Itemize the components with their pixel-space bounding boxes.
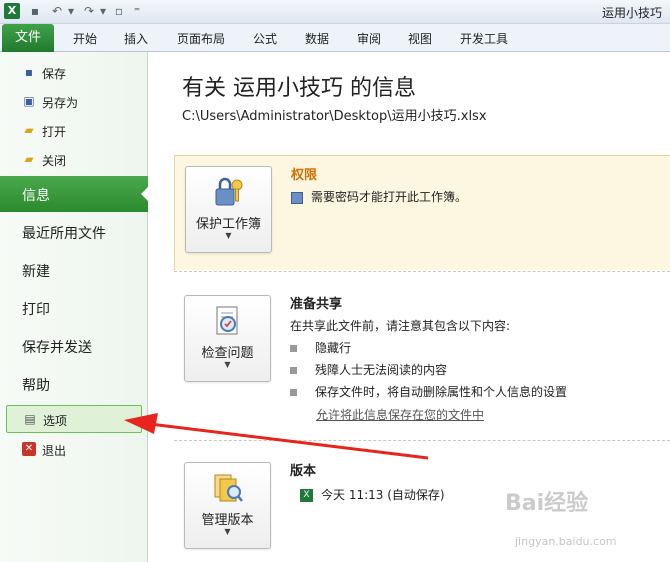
close-folder-icon: ▰ [24, 152, 34, 166]
tab-data[interactable]: 数据 [305, 30, 329, 47]
list-item: 隐藏行 [290, 339, 351, 356]
check-issues-label: 检查问题 [201, 346, 254, 361]
chevron-down-icon: ▼ [224, 360, 231, 369]
nav-new[interactable]: 新建 [0, 252, 148, 288]
permissions-text-row: 需要密码才能打开此工作簿。 [291, 188, 467, 205]
undo-dropdown-icon[interactable]: ▾ [64, 4, 78, 18]
nav-info-label: 信息 [22, 188, 50, 204]
nav-close-label: 关闭 [42, 154, 67, 168]
save-icon[interactable]: ▪ [28, 4, 42, 18]
manage-versions-button[interactable]: 管理版本 ▼ [184, 462, 271, 549]
file-path: C:\Users\Administrator\Desktop\运用小技巧.xls… [182, 109, 487, 124]
open-folder-icon: ▰ [24, 123, 34, 137]
tab-review[interactable]: 审阅 [357, 30, 381, 47]
bullet-icon [290, 367, 297, 374]
nav-close[interactable]: ▰ 关闭 [0, 145, 148, 173]
chevron-down-icon: ▼ [225, 231, 232, 240]
bullet-icon [290, 345, 297, 352]
tab-view[interactable]: 视图 [408, 30, 432, 47]
list-item: 残障人士无法阅读的内容 [290, 361, 447, 378]
nav-print-label: 打印 [22, 302, 50, 318]
chevron-down-icon: ▼ [224, 527, 231, 536]
nav-help[interactable]: 帮助 [0, 366, 148, 402]
nav-save-as-label: 另存为 [42, 96, 79, 110]
watermark-url: jingyan.baidu.com [515, 535, 617, 548]
manage-versions-icon [214, 474, 243, 502]
version-entry[interactable]: X 今天 11:13 (自动保存) [300, 486, 445, 503]
customize-qat-icon[interactable]: ⁼ [130, 4, 144, 18]
protect-workbook-label: 保护工作簿 [195, 217, 261, 232]
list-item: 保存文件时，将自动删除属性和个人信息的设置 [290, 383, 567, 400]
tab-formulas[interactable]: 公式 [253, 30, 277, 47]
nav-help-label: 帮助 [22, 378, 50, 394]
tab-developer[interactable]: 开发工具 [460, 30, 508, 47]
nav-recent-label: 最近所用文件 [22, 226, 106, 242]
nav-save[interactable]: ▪ 保存 [0, 58, 148, 86]
save-as-icon: ▣ [23, 94, 35, 108]
inspect-document-icon [216, 306, 238, 335]
nav-exit-label: 退出 [42, 444, 67, 458]
prepare-heading: 准备共享 [290, 297, 343, 312]
nav-exit[interactable]: ✕ 退出 [0, 435, 148, 463]
lock-small-icon [291, 191, 303, 204]
version-entry-text: 今天 11:13 (自动保存) [321, 488, 445, 502]
nav-options[interactable]: ▤ 选项 [6, 405, 142, 433]
permissions-section: 保护工作簿 ▼ 权限 需要密码才能打开此工作簿。 [174, 155, 670, 270]
tab-home[interactable]: 开始 [73, 30, 97, 47]
nav-new-label: 新建 [22, 264, 50, 280]
prepare-text: 在共享此文件前，请注意其包含以下内容: [290, 319, 511, 333]
title-bar: X ▪ ↶ ▾ ↷ ▾ ▫ ⁼ 运用小技巧 [0, 0, 670, 24]
tab-insert[interactable]: 插入 [124, 30, 148, 47]
bullet-text: 残障人士无法阅读的内容 [315, 363, 448, 377]
excel-file-icon: X [300, 489, 313, 502]
ribbon-tabs: 文件 开始 插入 页面布局 公式 数据 审阅 视图 开发工具 [0, 24, 670, 52]
tab-file[interactable]: 文件 [2, 24, 54, 52]
redo-icon[interactable]: ↷ [82, 4, 96, 18]
watermark-logo: Bai经验 [505, 491, 589, 516]
nav-save-label: 保存 [42, 67, 67, 81]
nav-recent[interactable]: 最近所用文件 [0, 214, 148, 250]
section-divider [174, 271, 670, 272]
bullet-text: 隐藏行 [315, 341, 352, 355]
nav-open-label: 打开 [42, 125, 67, 139]
lock-key-icon [215, 177, 243, 206]
excel-logo-icon: X [4, 3, 20, 19]
permissions-text: 需要密码才能打开此工作簿。 [311, 190, 468, 204]
save-icon: ▪ [24, 65, 34, 79]
nav-options-label: 选项 [43, 414, 68, 428]
backstage-nav: ▪ 保存 ▣ 另存为 ▰ 打开 ▰ 关闭 信息 最近所用文件 新建 打印 保存并… [0, 52, 149, 562]
nav-save-send[interactable]: 保存并发送 [0, 328, 148, 364]
prepare-section: 检查问题 ▼ 准备共享 在共享此文件前，请注意其包含以下内容: 隐藏行 残障人士… [174, 285, 670, 435]
print-preview-icon[interactable]: ▫ [112, 4, 126, 18]
section-divider [174, 440, 670, 441]
check-issues-button[interactable]: 检查问题 ▼ [184, 295, 271, 382]
tab-page-layout[interactable]: 页面布局 [177, 30, 225, 47]
permissions-heading: 权限 [291, 168, 318, 183]
nav-save-send-label: 保存并发送 [22, 340, 92, 356]
page-title: 有关 运用小技巧 的信息 [182, 76, 416, 101]
protect-workbook-button[interactable]: 保护工作簿 ▼ [185, 166, 272, 253]
window-title: 运用小技巧 [601, 6, 662, 20]
bullet-text: 保存文件时，将自动删除属性和个人信息的设置 [315, 385, 568, 399]
options-icon: ▤ [24, 412, 36, 426]
nav-save-as[interactable]: ▣ 另存为 [0, 87, 148, 115]
undo-icon[interactable]: ↶ [50, 4, 64, 18]
redo-dropdown-icon[interactable]: ▾ [96, 4, 110, 18]
versions-heading: 版本 [290, 464, 317, 479]
manage-versions-label: 管理版本 [201, 513, 254, 528]
exit-icon: ✕ [22, 442, 36, 456]
nav-print[interactable]: 打印 [0, 290, 148, 326]
nav-info[interactable]: 信息 [0, 176, 149, 212]
allow-save-info-link[interactable]: 允许将此信息保存在您的文件中 [316, 406, 484, 423]
bullet-icon [290, 389, 297, 396]
nav-open[interactable]: ▰ 打开 [0, 116, 148, 144]
